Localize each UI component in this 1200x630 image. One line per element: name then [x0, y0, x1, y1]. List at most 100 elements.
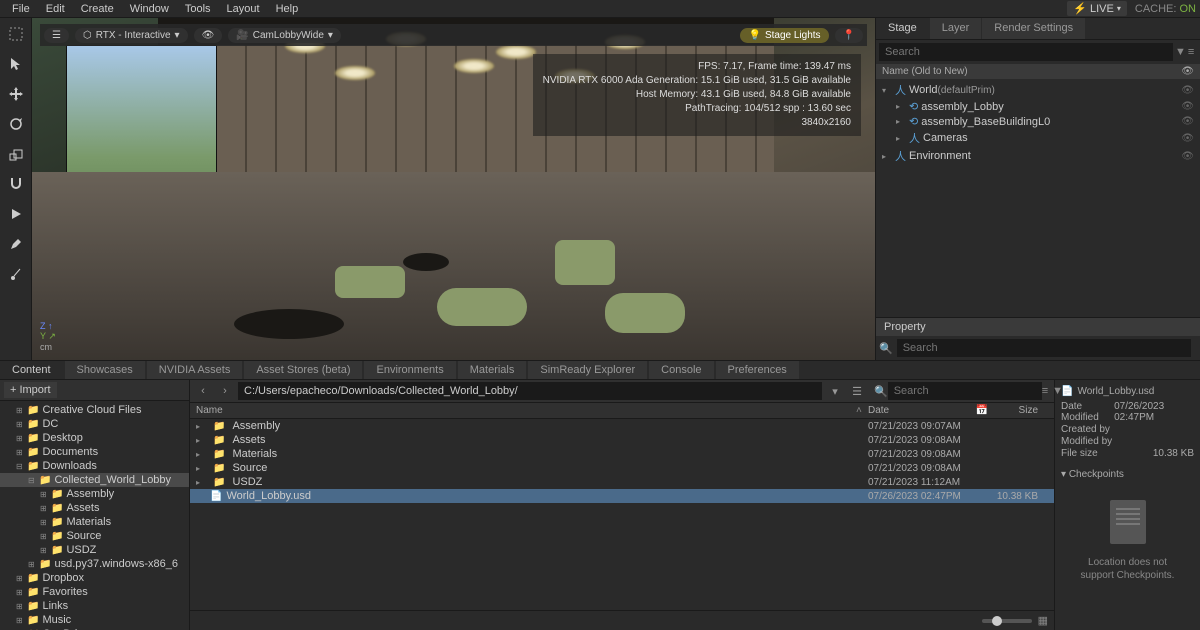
eye-column-icon: 👁 [1181, 66, 1194, 77]
nav-back-icon[interactable]: ‹ [194, 382, 212, 400]
lightning-icon: ⚡ [1073, 2, 1087, 15]
tab-stage[interactable]: Stage [876, 18, 929, 39]
folder-tree-row[interactable]: ⊞📁Creative Cloud Files [0, 403, 189, 417]
bottom-tab[interactable]: SimReady Explorer [528, 361, 647, 379]
bookmark-icon[interactable]: ▾ [826, 382, 844, 400]
details-file-name: World_Lobby.usd [1077, 386, 1154, 397]
bottom-tab[interactable]: Materials [458, 361, 527, 379]
folder-tree-row[interactable]: ⊞📁Dropbox [0, 571, 189, 585]
plus-icon: + [10, 384, 16, 396]
file-details-panel: 📄 World_Lobby.usd Date Modified07/26/202… [1055, 380, 1200, 630]
import-button[interactable]: +Import [4, 382, 57, 398]
path-options-icon[interactable]: ☰ [848, 382, 866, 400]
file-row[interactable]: ▸📁Assembly07/21/2023 09:07AM [190, 419, 1054, 433]
render-mode-dropdown[interactable]: ⬡ RTX - Interactive ▾ [75, 28, 188, 43]
brush-tool-icon[interactable] [4, 232, 28, 256]
menu-window[interactable]: Window [122, 1, 177, 17]
options-icon[interactable]: ≡ [1188, 46, 1194, 58]
menu-tools[interactable]: Tools [177, 1, 219, 17]
play-tool-icon[interactable] [4, 202, 28, 226]
rotate-tool-icon[interactable] [4, 112, 28, 136]
stage-tree-row[interactable]: ▾人World (defaultPrim)👁 [876, 81, 1200, 99]
checkpoint-placeholder-text: Location does not support Checkpoints. [1081, 556, 1175, 582]
viewport-stats: FPS: 7.17, Frame time: 139.47 ms NVIDIA … [533, 54, 861, 136]
thumbnail-size-slider[interactable] [982, 619, 1032, 623]
content-search-input[interactable] [888, 382, 1042, 400]
checkpoints-header[interactable]: ▾ Checkpoints [1061, 467, 1194, 482]
pointer-tool-icon[interactable] [4, 52, 28, 76]
calendar-icon: 📅 [976, 405, 988, 416]
file-row[interactable]: ▸📁Assets07/21/2023 09:08AM [190, 433, 1054, 447]
menu-layout[interactable]: Layout [219, 1, 268, 17]
search-icon: 🔍 [879, 342, 893, 355]
menu-create[interactable]: Create [73, 1, 122, 17]
file-list-header[interactable]: Name ˄ Date 📅 Size [190, 403, 1054, 419]
stage-lights-toggle[interactable]: 💡 Stage Lights [740, 28, 828, 43]
menu-file[interactable]: File [4, 1, 38, 17]
folder-tree-row[interactable]: ⊞📁Assets [0, 501, 189, 515]
menu-edit[interactable]: Edit [38, 1, 73, 17]
file-icon: 📄 [1061, 386, 1073, 397]
bottom-tab[interactable]: NVIDIA Assets [147, 361, 243, 379]
property-panel-header: Property [876, 318, 1200, 336]
folder-tree-row[interactable]: ⊟📁Collected_World_Lobby [0, 473, 189, 487]
folder-tree-row[interactable]: ⊞📁Favorites [0, 585, 189, 599]
property-search-input[interactable] [897, 339, 1191, 357]
nav-fwd-icon[interactable]: › [216, 382, 234, 400]
stage-tree-row[interactable]: ▸人Cameras👁 [876, 129, 1200, 147]
folder-tree-row[interactable]: ⊞📁USDZ [0, 543, 189, 557]
stage-tree-row[interactable]: ▸人Environment👁 [876, 147, 1200, 165]
move-tool-icon[interactable] [4, 82, 28, 106]
file-row[interactable]: ▸📁Source07/21/2023 09:08AM [190, 461, 1054, 475]
viewport[interactable]: ☰ ⬡ RTX - Interactive ▾ 👁 🎥 CamLobbyWide… [32, 18, 875, 360]
right-panel: Stage Layer Render Settings ▼ ≡ Name (Ol… [875, 18, 1200, 360]
file-row[interactable]: 📄World_Lobby.usd07/26/2023 02:47PM10.38 … [190, 489, 1054, 503]
path-input[interactable] [238, 382, 822, 400]
view-options-icon[interactable]: ≡ [1042, 385, 1048, 397]
bottom-tab[interactable]: Preferences [716, 361, 799, 379]
stage-search-input[interactable] [879, 43, 1173, 61]
viewport-axis-gizmo: Z ↑ Y ↗ cm [40, 321, 56, 352]
snap-tool-icon[interactable] [4, 172, 28, 196]
bottom-tab[interactable]: Showcases [65, 361, 145, 379]
visibility-toggle-icon[interactable]: 👁 [194, 28, 223, 43]
folder-tree-row[interactable]: ⊞📁Documents [0, 445, 189, 459]
location-icon[interactable]: 📍 [835, 28, 863, 43]
grid-view-icon[interactable]: ▦ [1038, 614, 1048, 627]
stage-list-header[interactable]: Name (Old to New)👁 [876, 64, 1200, 79]
bottom-tab[interactable]: Content [0, 361, 63, 379]
search-icon: 🔍 [874, 385, 888, 398]
cache-status: CACHE: ON [1135, 3, 1196, 15]
menu-bar: File Edit Create Window Tools Layout Hel… [0, 0, 1200, 18]
folder-tree-row[interactable]: ⊞📁Assembly [0, 487, 189, 501]
stage-tree-row[interactable]: ▸⟲assembly_BaseBuildingL0👁 [876, 114, 1200, 129]
folder-tree-row[interactable]: ⊞📁Music [0, 613, 189, 627]
sort-icon[interactable]: ˄ [856, 405, 868, 416]
file-row[interactable]: ▸📁USDZ07/21/2023 11:12AM [190, 475, 1054, 489]
viewport-menu-icon[interactable]: ☰ [44, 28, 69, 43]
folder-tree-row[interactable]: ⊞📁DC [0, 417, 189, 431]
left-toolbar [0, 18, 32, 360]
live-button[interactable]: ⚡LIVE▾ [1067, 1, 1127, 16]
folder-tree-row[interactable]: ⊞📁Source [0, 529, 189, 543]
filter-icon[interactable]: ▼ [1175, 46, 1186, 58]
bottom-tab[interactable]: Console [649, 361, 713, 379]
folder-tree-row[interactable]: ⊞📁Desktop [0, 431, 189, 445]
folder-tree-row[interactable]: ⊞📁usd.py37.windows-x86_6 [0, 557, 189, 571]
stage-tree-row[interactable]: ▸⟲assembly_Lobby👁 [876, 99, 1200, 114]
camera-dropdown[interactable]: 🎥 CamLobbyWide ▾ [228, 28, 341, 43]
bottom-tab[interactable]: Asset Stores (beta) [244, 361, 362, 379]
measure-tool-icon[interactable] [4, 262, 28, 286]
folder-tree-row[interactable]: ⊞📁Links [0, 599, 189, 613]
scale-tool-icon[interactable] [4, 142, 28, 166]
menu-help[interactable]: Help [268, 1, 307, 17]
document-placeholder-icon [1110, 500, 1146, 544]
content-browser: +Import ⊞📁Creative Cloud Files⊞📁DC⊞📁Desk… [0, 380, 1200, 630]
file-row[interactable]: ▸📁Materials07/21/2023 09:08AM [190, 447, 1054, 461]
tab-render-settings[interactable]: Render Settings [982, 18, 1085, 39]
folder-tree-row[interactable]: ⊟📁Downloads [0, 459, 189, 473]
bottom-tab[interactable]: Environments [364, 361, 455, 379]
tab-layer[interactable]: Layer [930, 18, 982, 39]
select-tool-icon[interactable] [4, 22, 28, 46]
folder-tree-row[interactable]: ⊞📁Materials [0, 515, 189, 529]
